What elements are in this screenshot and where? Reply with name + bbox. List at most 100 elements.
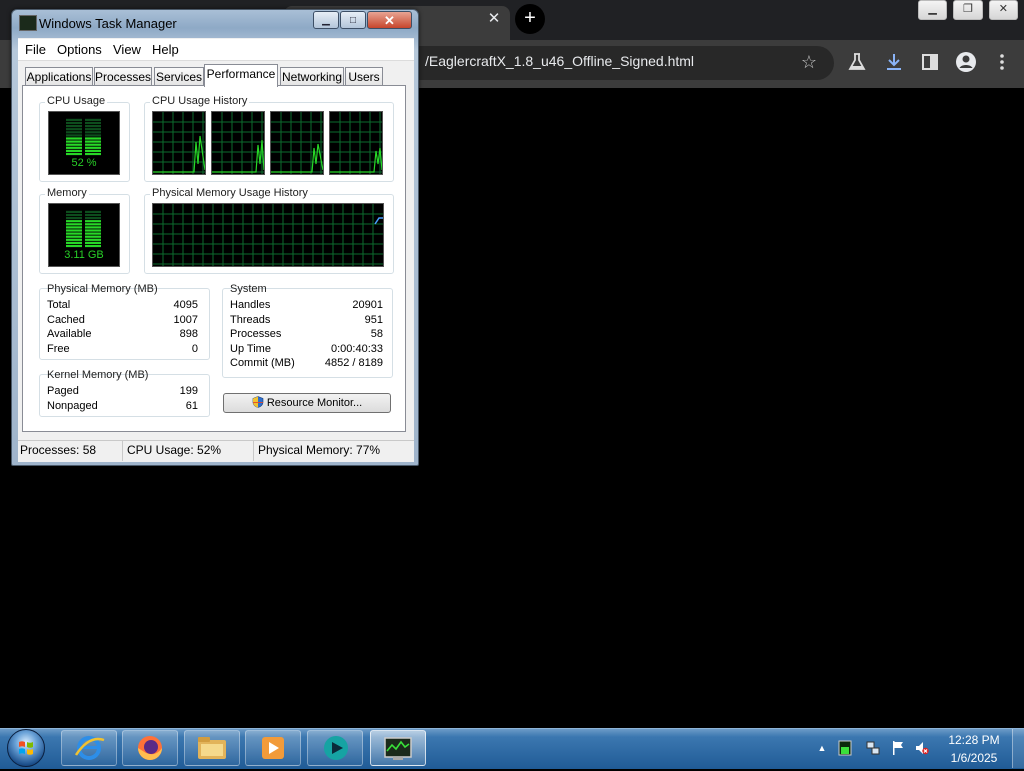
cpu-history-graph-core-4	[329, 111, 383, 175]
cpu-history-line	[271, 143, 323, 173]
status-cpu-usage: CPU Usage: 52%	[127, 443, 222, 457]
taskbar-firefox[interactable]	[122, 730, 178, 766]
system-uptime-value: 0:00:40:33	[331, 343, 383, 355]
meter-segment	[85, 128, 101, 131]
meter-segment	[66, 125, 82, 128]
side-panel-icon[interactable]	[919, 51, 941, 73]
status-separator	[253, 441, 254, 461]
system-title: System	[230, 283, 267, 295]
cpu-history-graph-core-1	[152, 111, 206, 175]
tab-users[interactable]: Users	[345, 67, 383, 85]
action-center-flag-icon[interactable]	[891, 740, 905, 756]
resource-monitor-button[interactable]: Resource Monitor...	[223, 393, 391, 413]
menu-file[interactable]: File	[25, 42, 46, 57]
meter-segment	[85, 134, 101, 137]
meter-segment	[66, 134, 82, 137]
menu-kebab-icon[interactable]	[991, 51, 1013, 73]
system-commit-label: Commit (MB)	[230, 357, 295, 369]
taskbar-task-manager[interactable]	[370, 730, 426, 766]
meter-segment-lit	[85, 241, 101, 244]
clock-time[interactable]: 12:28 PM	[944, 733, 1004, 747]
system-threads-label: Threads	[230, 314, 271, 326]
cpu-history-graph-core-2	[211, 111, 265, 175]
download-icon[interactable]	[883, 51, 905, 73]
profile-icon[interactable]	[955, 51, 977, 73]
meter-segment	[85, 213, 101, 217]
meter-segment-lit	[66, 241, 82, 244]
meter-segment-lit	[66, 137, 82, 140]
menu-options[interactable]: Options	[57, 42, 102, 57]
meter-segment-lit	[66, 143, 82, 146]
meter-segment	[66, 131, 82, 134]
memory-value: 3.11 GB	[64, 249, 104, 261]
cpu-history-line	[212, 139, 264, 173]
meter-segment-lit	[85, 143, 101, 146]
clock-date[interactable]: 1/6/2025	[944, 751, 1004, 765]
windows-logo-icon	[19, 741, 33, 755]
meter-segment-lit	[66, 226, 82, 229]
internet-explorer-icon	[74, 736, 105, 760]
labs-flask-icon[interactable]	[846, 51, 868, 73]
browser-close-button[interactable]: ✕	[988, 0, 1018, 20]
browser-url-text[interactable]: /EaglercraftX_1.8_u46_Offline_Signed.htm…	[425, 53, 694, 69]
meter-segment-lit	[66, 238, 82, 241]
cpu-usage-label: CPU Usage	[45, 95, 108, 107]
show-desktop-button[interactable]	[1012, 729, 1024, 768]
show-hidden-icons-icon[interactable]: ▲	[815, 740, 829, 756]
taskbar-app[interactable]	[307, 730, 363, 766]
meter-segment-lit	[66, 152, 82, 156]
tab-services[interactable]: Services	[154, 67, 204, 85]
status-physical-memory: Physical Memory: 77%	[258, 443, 381, 457]
tab-performance[interactable]: Performance	[204, 64, 278, 87]
physical-total-value: 4095	[173, 299, 198, 311]
meter-segment	[66, 118, 82, 121]
memory-meter-bars	[66, 210, 101, 248]
menu-view[interactable]: View	[113, 42, 141, 57]
physical-available-label: Available	[47, 328, 92, 340]
task-manager-app-icon	[19, 15, 37, 31]
network-icon[interactable]	[866, 740, 880, 756]
tab-networking[interactable]: Networking	[280, 67, 344, 85]
system-handles-label: Handles	[230, 299, 271, 311]
meter-segment	[66, 121, 82, 125]
meter-segment-lit	[85, 244, 101, 248]
meter-segment-lit	[85, 146, 101, 149]
meter-segment-lit	[85, 223, 101, 226]
start-button[interactable]	[7, 729, 45, 767]
browser-new-tab-button[interactable]: +	[515, 4, 545, 34]
maximize-button[interactable]: □	[340, 11, 366, 29]
resource-monitor-label: Resource Monitor...	[266, 397, 363, 409]
system-threads-value: 951	[364, 314, 383, 326]
browser-tab-close-icon[interactable]: ✕	[486, 8, 502, 30]
menu-help[interactable]: Help	[152, 42, 179, 57]
kernel-paged-label: Paged	[47, 385, 79, 397]
taskbar-file-explorer[interactable]	[184, 730, 240, 766]
cpu-meter-icon[interactable]	[838, 740, 852, 756]
browser-minimize-button[interactable]: ▁	[918, 0, 948, 20]
browser-window-controls: ▁ ❐ ✕	[918, 0, 1024, 20]
meter-segment	[66, 210, 82, 213]
tab-applications[interactable]: Applications	[25, 67, 93, 85]
meter-segment	[85, 125, 101, 128]
minimize-button[interactable]: ▁	[313, 11, 339, 29]
memory-history-graph	[152, 203, 384, 267]
system-handles-value: 20901	[352, 299, 383, 311]
tab-processes[interactable]: Processes	[94, 67, 152, 85]
meter-segment	[66, 128, 82, 131]
close-button[interactable]: ✕	[367, 11, 412, 29]
window-title: Windows Task Manager	[39, 16, 177, 31]
meter-segment-lit	[85, 149, 101, 152]
bookmark-star-icon[interactable]: ☆	[798, 50, 820, 74]
browser-restore-button[interactable]: ❐	[953, 0, 983, 20]
meter-segment	[85, 217, 101, 220]
cpu-usage-value: 52 %	[71, 157, 97, 169]
meter-segment	[85, 131, 101, 134]
meter-segment-lit	[85, 232, 101, 235]
system-uptime-label: Up Time	[230, 343, 271, 355]
volume-muted-icon[interactable]	[915, 740, 929, 756]
meter-segment-lit	[66, 220, 82, 223]
file-explorer-icon	[198, 737, 226, 759]
meter-segment-lit	[85, 229, 101, 232]
taskbar-internet-explorer[interactable]	[61, 730, 117, 766]
taskbar-media-player[interactable]	[245, 730, 301, 766]
